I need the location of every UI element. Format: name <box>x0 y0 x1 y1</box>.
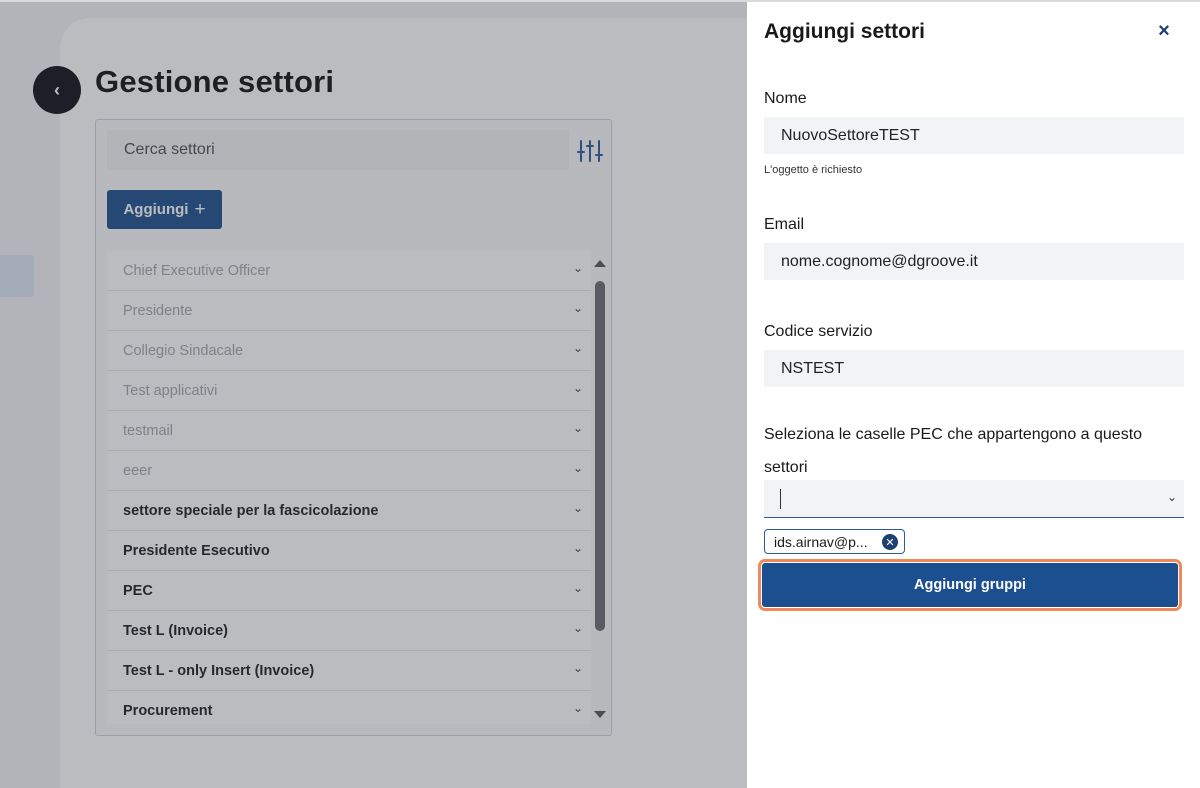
text-caret <box>780 489 781 509</box>
modal-overlay[interactable] <box>0 0 747 788</box>
nome-helper-text: L'oggetto è richiesto <box>764 164 863 176</box>
close-button[interactable]: × <box>1152 18 1176 44</box>
chip-label: ids.airnav@p... <box>774 533 868 550</box>
pec-select-label: Seleziona le caselle PEC che appartengon… <box>764 426 1143 476</box>
nome-input[interactable] <box>764 117 1184 154</box>
aggiungi-gruppi-button[interactable]: Aggiungi gruppi <box>758 559 1182 611</box>
nome-label: Nome <box>764 90 807 107</box>
codice-servizio-label: Codice servizio <box>764 323 873 340</box>
email-label: Email <box>764 216 805 233</box>
close-icon: × <box>1158 19 1170 42</box>
drawer-title: Aggiungi settori <box>764 20 925 43</box>
pec-selected-chip[interactable]: ids.airnav@p... ✕ <box>764 529 905 554</box>
pec-combobox[interactable]: ⌄ <box>764 480 1184 518</box>
remove-chip-icon[interactable]: ✕ <box>882 534 898 550</box>
email-input[interactable] <box>764 243 1184 280</box>
codice-servizio-input[interactable] <box>764 350 1184 387</box>
add-sector-drawer: Aggiungi settori × Nome L'oggetto è rich… <box>747 0 1200 788</box>
top-edge-line <box>0 0 1200 2</box>
chevron-down-icon[interactable]: ⌄ <box>1167 490 1177 504</box>
